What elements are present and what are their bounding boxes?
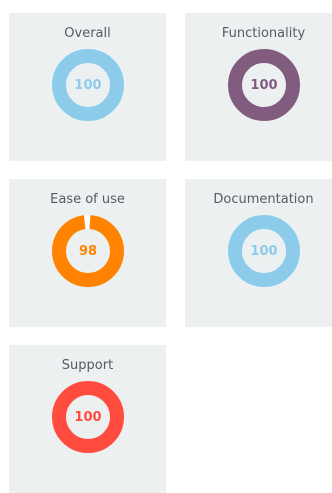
- card-title: Overall: [64, 26, 111, 41]
- score-ring: 100: [52, 381, 124, 453]
- card-title: Functionality: [221, 26, 306, 41]
- score-value: 100: [250, 243, 278, 259]
- score-value: 100: [74, 409, 102, 425]
- card-title: Documentation: [213, 192, 314, 207]
- score-ring: 100: [52, 49, 124, 121]
- score-card-overall: Overall 100: [9, 13, 166, 161]
- score-ring: 98: [52, 215, 124, 287]
- score-card-support: Support 100: [9, 345, 166, 493]
- score-card-ease-of-use: Ease of use 98: [9, 179, 166, 327]
- score-value: 98: [78, 243, 98, 259]
- score-card-documentation: Documentation 100: [185, 179, 332, 327]
- card-title: Ease of use: [50, 192, 125, 207]
- score-ring: 100: [228, 49, 300, 121]
- score-ring: 100: [228, 215, 300, 287]
- score-card-functionality: Functionality 100: [185, 13, 332, 161]
- score-value: 100: [74, 77, 102, 93]
- card-title: Support: [61, 358, 114, 373]
- score-value: 100: [250, 77, 278, 93]
